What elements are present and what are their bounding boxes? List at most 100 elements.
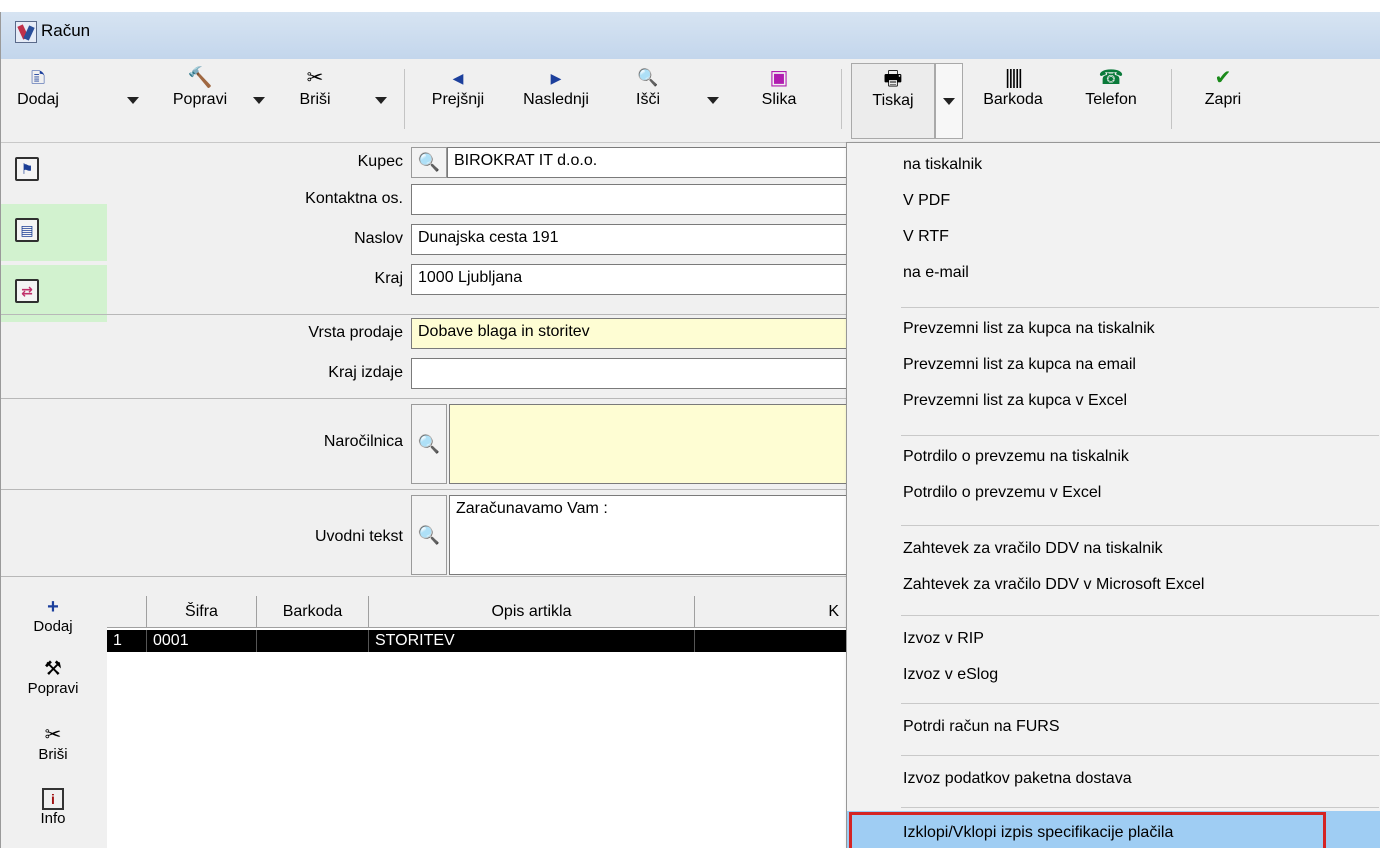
magnifier-icon: 🔍 (417, 525, 441, 545)
menu-item-export-parcel-delivery[interactable]: Izvoz podatkov paketna dostava (847, 761, 1380, 797)
address-label: Naslov (354, 230, 403, 247)
app-icon (15, 21, 37, 43)
purchase-order-search-button[interactable]: 🔍 (411, 404, 447, 484)
scissors-icon: ✂ (44, 724, 62, 746)
printer-icon: 🖶 (883, 68, 903, 90)
intro-text-field[interactable]: Zaračunavamo Vam : (449, 495, 847, 575)
next-button[interactable]: ▶ Naslednji (511, 63, 601, 139)
menu-separator (901, 525, 1379, 526)
info-icon: i (42, 788, 64, 810)
telephone-icon: ☎ (1098, 67, 1124, 89)
edit-dropdown-arrow[interactable] (253, 97, 265, 104)
column-header[interactable]: K (695, 596, 847, 628)
toolbar: 🗈 Dodaj 🔨 Popravi ✂ Briši ◀ Prejšnji ▶ N… (1, 59, 1380, 143)
form-divider (1, 576, 846, 577)
intro-text-label: Uvodni tekst (314, 528, 403, 545)
address-field[interactable]: Dunajska cesta 191 (411, 224, 847, 255)
next-button-label: Naslednji (523, 91, 589, 108)
menu-item-print-printer[interactable]: na tiskalnik (847, 147, 1380, 183)
menu-item-vat-refund-excel[interactable]: Zahtevek za vračilo DDV v Microsoft Exce… (847, 567, 1380, 603)
phone-button-label: Telefon (1085, 91, 1137, 108)
item-description: STORITEV (369, 630, 695, 652)
row-delete-button[interactable]: ✂ Briši (1, 724, 105, 763)
delete-button-label: Briši (299, 91, 331, 108)
edit-button-label: Popravi (172, 91, 228, 108)
delivery-button[interactable]: ▤ (1, 204, 107, 261)
delete-dropdown-arrow[interactable] (375, 97, 387, 104)
close-button-label: Zapri (1204, 91, 1242, 108)
row-add-button[interactable]: + Dodaj (1, 596, 105, 635)
previous-button[interactable]: ◀ Prejšnji (419, 63, 497, 139)
print-dropdown-button[interactable] (935, 63, 963, 139)
menu-item-receipt-confirmation-excel[interactable]: Potrdilo o prevzemu v Excel (847, 475, 1380, 511)
car-icon: ▤ (15, 218, 39, 242)
menu-item-delivery-note-excel[interactable]: Prevzemni list za kupca v Excel (847, 383, 1380, 419)
customer-field[interactable]: BIROKRAT IT d.o.o. (447, 147, 847, 178)
print-dropdown-menu: na tiskalnik V PDF V RTF na e-mail Prevz… (846, 142, 1380, 848)
issue-place-field[interactable] (411, 358, 847, 389)
menu-item-print-rtf[interactable]: V RTF (847, 219, 1380, 255)
menu-item-export-rip[interactable]: Izvoz v RIP (847, 621, 1380, 657)
intro-text-search-button[interactable]: 🔍 (411, 495, 447, 575)
add-button[interactable]: 🗈 Dodaj (9, 63, 67, 139)
customer-search-button[interactable]: 🔍 (411, 147, 447, 178)
delete-button[interactable]: ✂ Briši (285, 63, 345, 139)
magnifier-icon: 🔍 (637, 68, 659, 87)
column-header[interactable]: Barkoda (257, 596, 369, 628)
menu-separator (901, 435, 1379, 436)
item-extra (695, 630, 847, 652)
previous-button-label: Prejšnji (431, 91, 485, 108)
swap-arrows-icon: ⇄ (15, 279, 39, 303)
print-button-label: Tiskaj (872, 92, 914, 109)
annotation-highlight-box (849, 812, 1326, 848)
edit-button[interactable]: 🔨 Popravi (159, 63, 241, 139)
row-add-label: Dodaj (33, 618, 73, 635)
menu-separator (901, 755, 1379, 756)
menu-item-confirm-furs[interactable]: Potrdi račun na FURS (847, 709, 1380, 745)
search-button[interactable]: 🔍 Išči (623, 63, 673, 139)
barcode-button[interactable]: ||||| Barkoda (971, 63, 1055, 139)
menu-item-delivery-note-email[interactable]: Prevzemni list za kupca na email (847, 347, 1380, 383)
city-field[interactable]: 1000 Ljubljana (411, 264, 847, 295)
checkmark-icon: ✔ (1214, 67, 1232, 89)
add-button-label: Dodaj (17, 91, 59, 108)
column-header[interactable]: Šifra (147, 596, 257, 628)
close-button[interactable]: ✔ Zapri (1193, 63, 1253, 139)
scissors-icon: ✂ (306, 67, 324, 89)
arrow-left-icon: ◀ (452, 70, 464, 86)
row-number: 1 (107, 630, 147, 652)
column-header[interactable]: Opis artikla (369, 596, 695, 628)
left-icon-panel: ⚑ ▤ ⇄ (1, 143, 107, 326)
menu-item-print-email[interactable]: na e-mail (847, 255, 1380, 291)
search-dropdown-arrow[interactable] (707, 97, 719, 104)
menu-separator (901, 807, 1379, 808)
toolbar-separator (404, 69, 405, 129)
picture-icon: ▣ (769, 67, 789, 89)
row-info-button[interactable]: i Info (1, 788, 105, 827)
form-divider (1, 398, 846, 399)
purchase-order-field[interactable] (449, 404, 847, 484)
menu-item-export-eslog[interactable]: Izvoz v eSlog (847, 657, 1380, 693)
customer-info-button[interactable]: ⚑ (1, 143, 107, 200)
contact-person-field[interactable] (411, 184, 847, 215)
search-button-label: Išči (636, 91, 660, 108)
issue-place-label: Kraj izdaje (328, 364, 403, 381)
menu-item-print-pdf[interactable]: V PDF (847, 183, 1380, 219)
contact-person-label: Kontaktna os. (305, 190, 403, 207)
image-button[interactable]: ▣ Slika (751, 63, 807, 139)
form-divider (1, 489, 846, 490)
phone-button[interactable]: ☎ Telefon (1071, 63, 1151, 139)
sale-type-field[interactable]: Dobave blaga in storitev (411, 318, 847, 349)
items-table-body: 1 0001 STORITEV (107, 628, 847, 848)
add-document-icon: 🗈 (30, 67, 46, 89)
print-button[interactable]: 🖶 Tiskaj (851, 63, 935, 139)
row-edit-button[interactable]: ⚒ Popravi (1, 658, 105, 697)
magnifier-icon: 🔍 (417, 434, 441, 454)
barcode-button-label: Barkoda (983, 91, 1043, 108)
print-dropdown-arrow (943, 98, 955, 105)
menu-item-delivery-note-printer[interactable]: Prevzemni list za kupca na tiskalnik (847, 311, 1380, 347)
table-row[interactable]: 1 0001 STORITEV (107, 630, 847, 652)
menu-item-vat-refund-printer[interactable]: Zahtevek za vračilo DDV na tiskalnik (847, 531, 1380, 567)
add-dropdown-arrow[interactable] (127, 97, 139, 104)
menu-item-receipt-confirmation-printer[interactable]: Potrdilo o prevzemu na tiskalnik (847, 439, 1380, 475)
